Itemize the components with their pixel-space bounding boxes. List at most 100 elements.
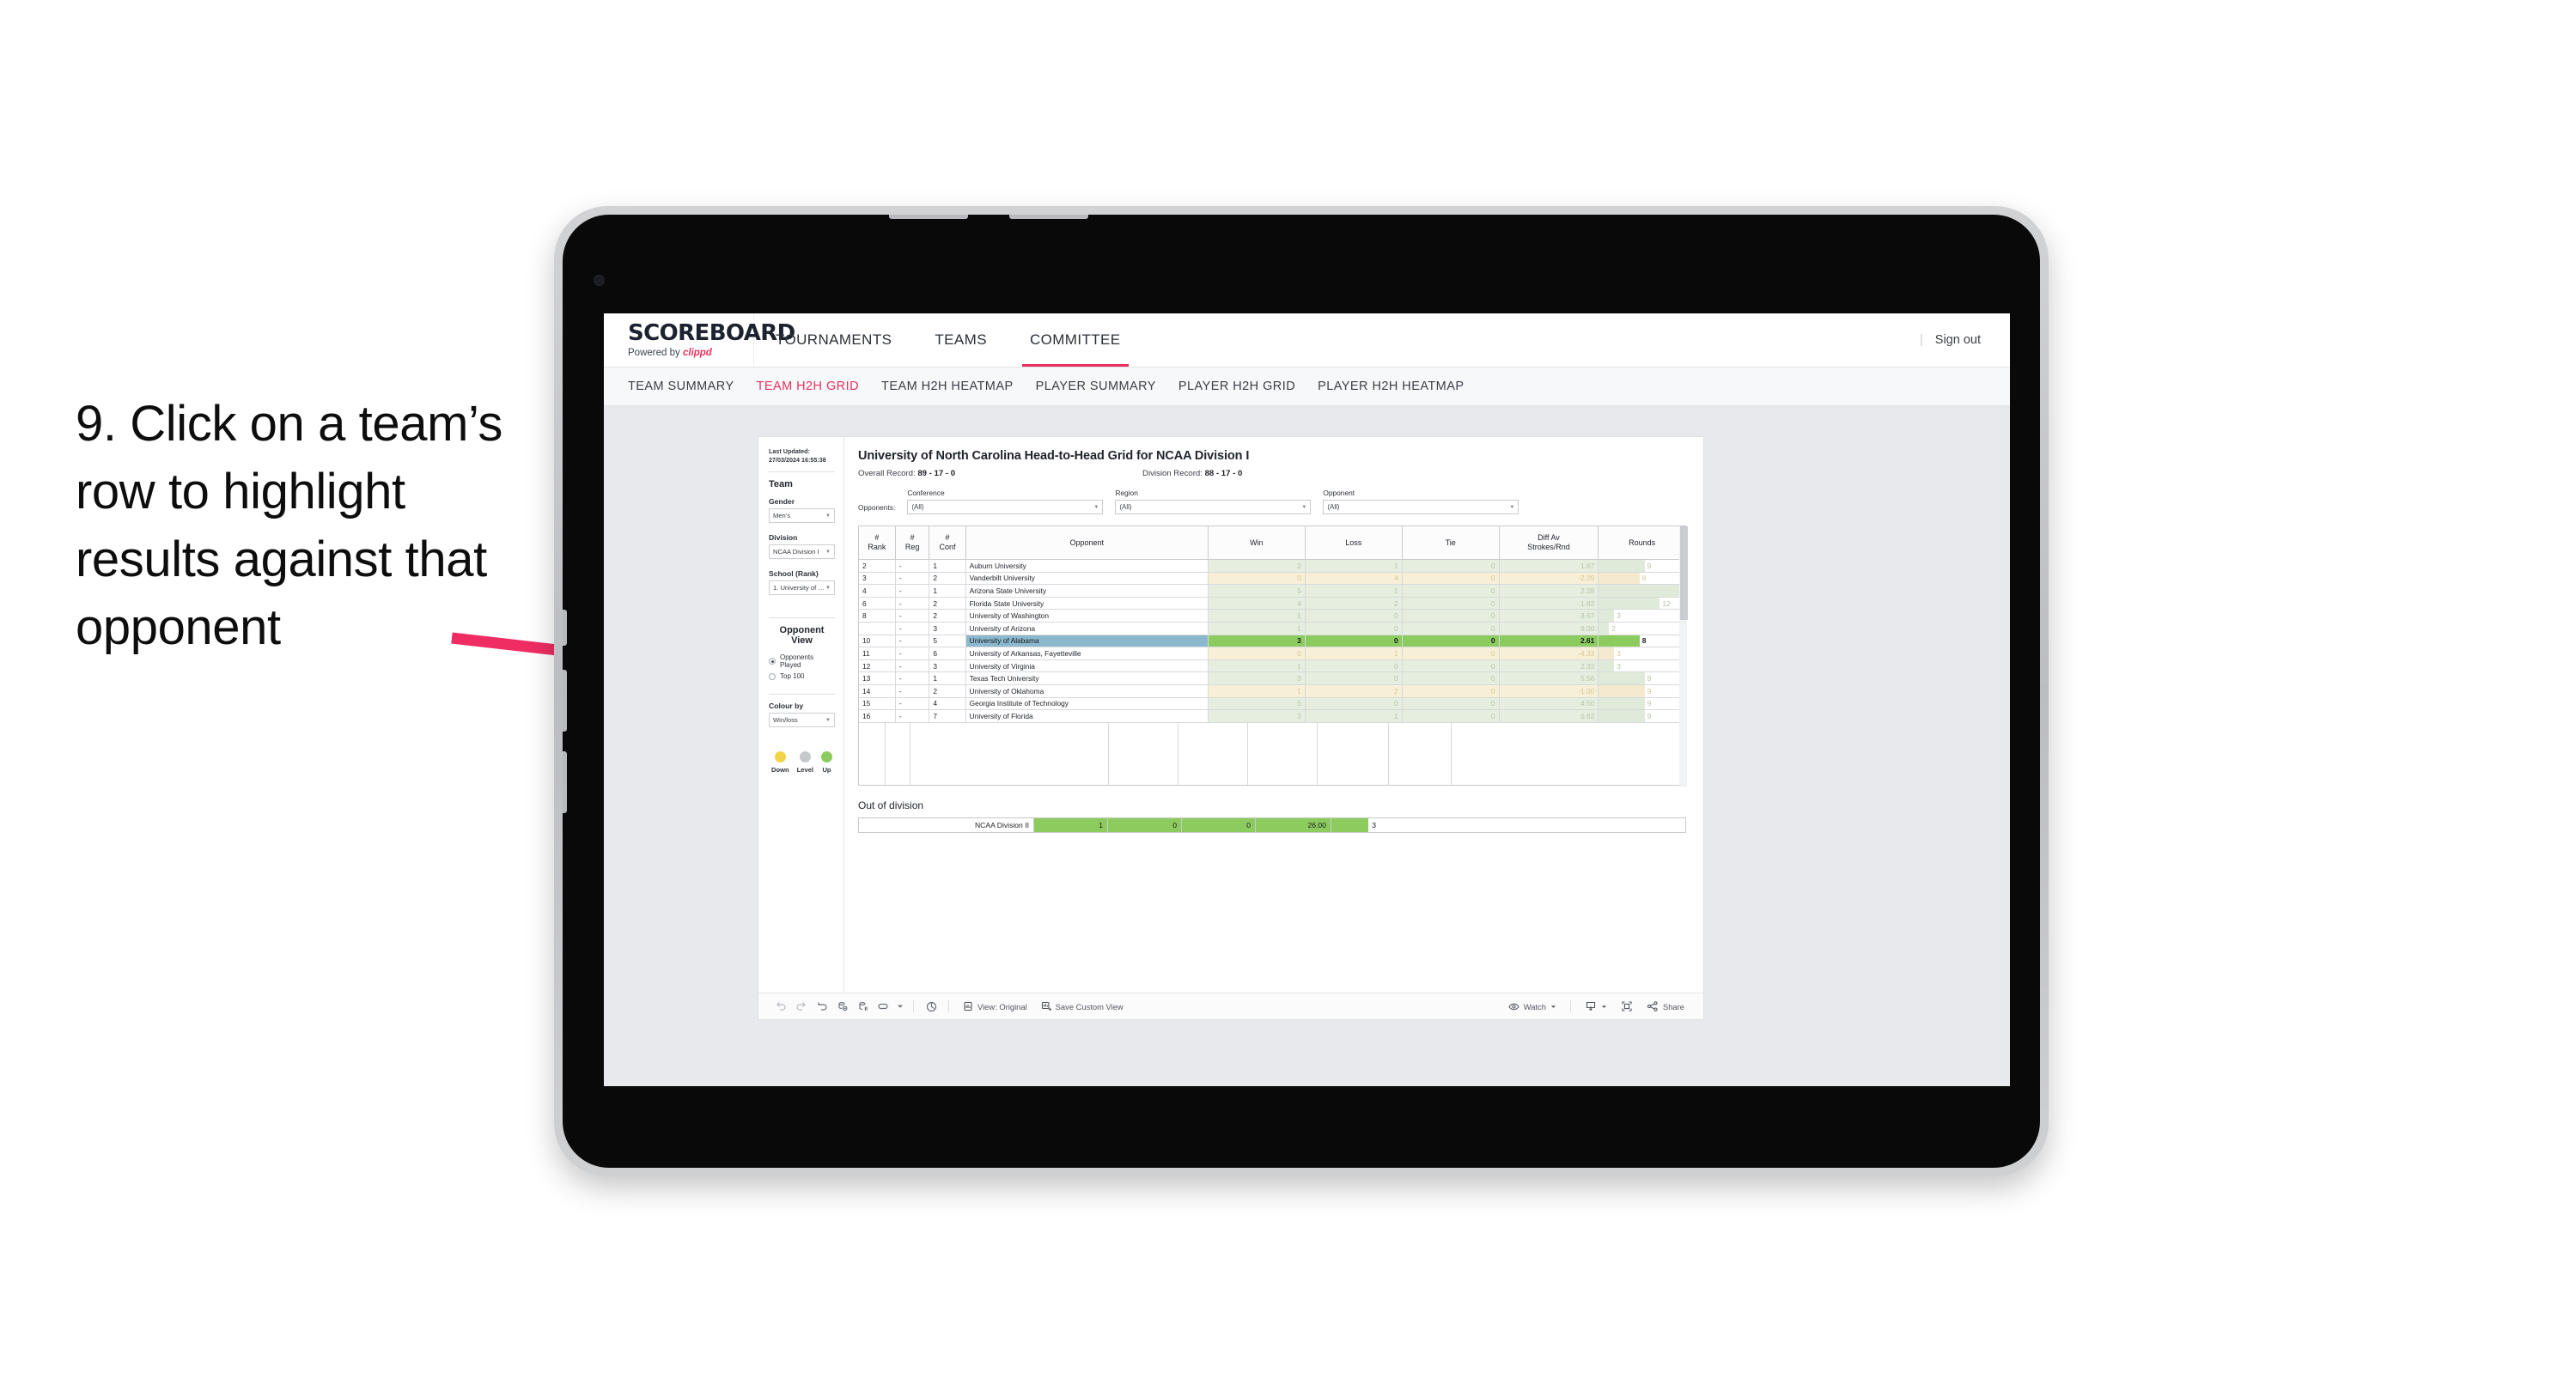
cell-rounds: 2: [1598, 622, 1686, 635]
redo-icon[interactable]: [791, 997, 812, 1016]
table-header-row: # Rank # Reg # Conf Opponent Win Loss Tie D…: [859, 526, 1686, 560]
opponent-filter-select[interactable]: (All) ▼: [1323, 500, 1519, 514]
cell-tie: 0: [1402, 709, 1500, 723]
cell-conf: 3: [929, 622, 966, 635]
subtab-team-summary[interactable]: TEAM SUMMARY: [628, 380, 757, 393]
subtab-player-summary[interactable]: PLAYER SUMMARY: [1036, 380, 1178, 393]
chevron-down-icon: ▼: [825, 549, 831, 555]
gender-select[interactable]: Men’s ▼: [769, 508, 835, 524]
tab-committee[interactable]: COMMITTEE: [1008, 313, 1142, 367]
cell-loss: 0: [1305, 622, 1403, 635]
cell-rank: 13: [859, 671, 896, 685]
subtab-player-h2h-heatmap[interactable]: PLAYER H2H HEATMAP: [1318, 380, 1486, 393]
revert-icon[interactable]: [812, 997, 832, 1016]
table-row[interactable]: 10-5 University of Alabama 3 0 0 2.61 8: [859, 635, 1686, 648]
download-button[interactable]: [1578, 1000, 1614, 1012]
cell-rounds: 9: [1598, 671, 1686, 685]
table-row[interactable]: 14-2 University of Oklahoma 1 2 0 -1.00 9: [859, 684, 1686, 698]
subtab-team-h2h-grid[interactable]: TEAM H2H GRID: [757, 380, 881, 393]
division-record-label: Division Record:: [1142, 469, 1205, 478]
cell-loss: 2: [1305, 684, 1403, 698]
instruction-annotation: 9. Click on a team’s row to highlight re…: [76, 396, 503, 655]
table-row[interactable]: 13-1 Texas Tech University 3 0 0 5.56 9: [859, 671, 1686, 685]
table-row[interactable]: 8-2 University of Washington 1 0 0 3.67 3: [859, 609, 1686, 623]
table-row[interactable]: 11-6 University of Arkansas, Fayetteville…: [859, 647, 1686, 660]
table-row[interactable]: 2-1 Auburn University 2 1 0 1.67 9: [859, 559, 1686, 573]
table-row[interactable]: 4-1Arizona State University5102.2817: [859, 584, 1686, 598]
school-select[interactable]: 1. University of Nort... ▼: [769, 580, 835, 596]
table-row[interactable]: 16-7 University of Florida 3 1 0 6.62 9: [859, 709, 1686, 723]
legend-dot-level: [799, 751, 811, 763]
rounds-value: 9: [1647, 699, 1652, 708]
rounds-bar: [1599, 622, 1610, 635]
pause-auto-update-icon[interactable]: [853, 997, 874, 1016]
rounds-value: 3: [1617, 648, 1621, 658]
table-scrollbar-thumb[interactable]: [1680, 526, 1688, 620]
table-row[interactable]: 3-2 Vanderbilt University 0 4 0 -2.29 8: [859, 572, 1686, 586]
reset-view-icon[interactable]: [921, 997, 941, 1016]
radio-top-100[interactable]: Top 100: [769, 672, 835, 680]
legend-label: Down: [771, 766, 789, 775]
table-row[interactable]: 15-4 Georgia Institute of Technology 5 0 0 4.…: [859, 697, 1686, 711]
region-filter-select[interactable]: (All) ▼: [1115, 500, 1312, 514]
cell-tie: 0: [1402, 584, 1500, 598]
chevron-down-icon: ▼: [1301, 504, 1307, 510]
filler-column: [886, 722, 910, 785]
pan-dropdown-icon[interactable]: [894, 997, 906, 1016]
tab-tournaments[interactable]: TOURNAMENTS: [754, 313, 913, 367]
overall-record-value: 89 - 17 - 0: [917, 469, 956, 478]
cell-opponent: Georgia Institute of Technology: [965, 697, 1209, 711]
view-original-button[interactable]: View: Original: [956, 1001, 1034, 1011]
sign-out-link[interactable]: Sign out: [1935, 333, 1981, 347]
conference-filter-value: (All): [911, 503, 924, 511]
cell-reg: -: [895, 622, 930, 635]
division-record-value: 88 - 17 - 0: [1204, 469, 1243, 478]
device-button-left-1: [563, 610, 567, 646]
divider: [1569, 1000, 1571, 1012]
undo-icon[interactable]: [770, 997, 791, 1016]
conference-filter-select[interactable]: (All) ▼: [907, 500, 1104, 514]
chevron-down-icon: ▼: [825, 513, 831, 519]
full-screen-button[interactable]: [1614, 1000, 1640, 1012]
share-label: Share: [1662, 1001, 1684, 1011]
division-select[interactable]: NCAA Division I ▼: [769, 544, 835, 560]
opponent-view-heading: Opponent View: [779, 625, 825, 647]
conference-filter: Conference (All) ▼: [907, 489, 1104, 514]
view-original-label: View: Original: [977, 1001, 1027, 1011]
radio-opponents-played[interactable]: Opponents Played: [769, 653, 835, 669]
legend-item-up: Up: [821, 751, 832, 774]
cell-rounds: 3: [1598, 659, 1686, 673]
rounds-value: 2: [1611, 623, 1616, 633]
app-logo[interactable]: SCOREBOARD Powered by clippd: [604, 313, 795, 367]
table-row[interactable]: 12-3 University of Virginia 1 0 0 2.33 3: [859, 659, 1686, 673]
cell-tie: 0: [1402, 659, 1500, 673]
refresh-data-icon[interactable]: [832, 997, 853, 1016]
subtab-player-h2h-grid[interactable]: PLAYER H2H GRID: [1178, 380, 1318, 393]
save-custom-view-button[interactable]: Save Custom View: [1034, 1001, 1130, 1011]
cell-rounds: 8: [1598, 572, 1686, 586]
colour-legend: Down Level Up: [769, 751, 835, 774]
cell-diff: -1.00: [1499, 684, 1599, 698]
tab-teams[interactable]: TEAMS: [913, 313, 1008, 367]
cell-rounds: 9: [1598, 684, 1686, 698]
filler-column: [910, 723, 936, 785]
cell-loss: 0: [1305, 697, 1403, 711]
table-row[interactable]: 6-2 Florida State University 4 2 0 1.83 12: [859, 597, 1686, 610]
rounds-value: 8: [1641, 574, 1647, 583]
subtab-team-h2h-heatmap[interactable]: TEAM H2H HEATMAP: [881, 380, 1036, 393]
overall-record: Overall Record: 89 - 17 - 0: [858, 469, 955, 478]
cell-loss: 1: [1305, 709, 1403, 723]
watch-button[interactable]: Watch: [1501, 1001, 1563, 1012]
tablet-device-frame: SCOREBOARD Powered by clippd TOURNAMENTS…: [554, 206, 2049, 1176]
cell-win: 4: [1208, 597, 1306, 610]
cell-win: 1: [1208, 609, 1306, 623]
region-filter-value: (All): [1119, 503, 1132, 511]
table-scrollbar[interactable]: [1679, 526, 1688, 787]
share-button[interactable]: Share: [1640, 1000, 1691, 1012]
colour-by-select[interactable]: Win/loss ▼: [769, 713, 835, 728]
table-row[interactable]: -3 University of Arizona 1 0 0 9.00 2: [859, 622, 1686, 635]
colour-by-label: Colour by: [769, 702, 804, 711]
cell-win: 1: [1208, 622, 1306, 635]
pan-icon[interactable]: [874, 997, 894, 1016]
device-button-top-1: [889, 215, 968, 219]
